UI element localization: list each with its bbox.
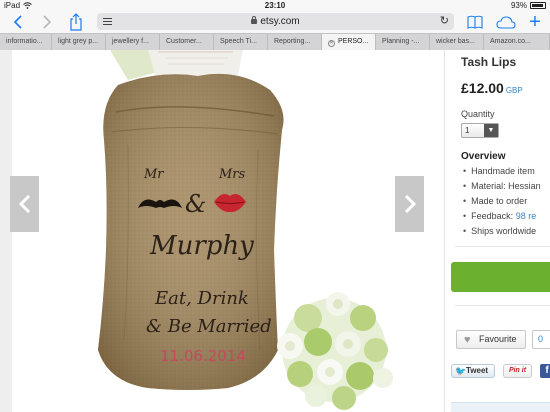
quantity-value: 1	[465, 126, 470, 135]
cloud-tabs-icon[interactable]	[495, 12, 517, 32]
heart-icon: ♥	[464, 334, 471, 346]
tab-label: Planning -...	[382, 38, 420, 45]
status-right: 93%	[511, 0, 546, 11]
favourite-button[interactable]: ♥ Favourite	[456, 330, 526, 349]
tab[interactable]: Reporting...	[268, 34, 322, 50]
reader-menu-icon[interactable]	[103, 18, 112, 25]
overview-text: Handmade item	[471, 166, 535, 176]
list-item: Material: Hessian	[463, 179, 550, 194]
tab-label: Amazon.co...	[490, 38, 531, 45]
tab-label: Speech Ti...	[220, 38, 257, 45]
plus-icon[interactable]: +	[525, 12, 545, 32]
bag-line2: & Be Married	[146, 316, 272, 337]
quantity-label: Quantity	[461, 109, 495, 119]
tab[interactable]: light grey p...	[52, 34, 106, 50]
tab[interactable]: Customer...	[160, 34, 214, 50]
share-icon[interactable]	[66, 12, 86, 32]
back-arrow-icon[interactable]	[8, 12, 28, 32]
tab-label: Reporting...	[274, 38, 311, 45]
clock: 23:10	[264, 1, 286, 10]
tab-label: informatio...	[6, 38, 43, 45]
bag-mrs: Mrs	[218, 167, 246, 182]
product-price: £12.00 GBP	[461, 80, 523, 96]
feedback-link[interactable]: 98 re	[516, 211, 537, 221]
overview-list: Handmade item Material: Hessian Made to …	[463, 164, 550, 239]
list-item: Handmade item	[463, 164, 550, 179]
tweet-label: Tweet	[466, 366, 489, 375]
pin-it-button[interactable]: Pin it	[503, 364, 532, 378]
page-content: Mr Mrs & Murphy Eat, Drink & Be Married …	[0, 50, 550, 412]
bag-ampersand: &	[185, 190, 206, 218]
bookmarks-icon[interactable]	[465, 12, 485, 32]
address-bar[interactable]: etsy.com ↻	[97, 13, 454, 30]
list-item: Made to order	[463, 194, 550, 209]
status-bar: iPad 23:10 93%	[0, 0, 550, 11]
price-value: £12.00	[461, 80, 504, 96]
tweet-button[interactable]: 🐦 Tweet	[451, 364, 495, 378]
flower-bouquet-image	[277, 292, 393, 410]
favourite-label: Favourite	[479, 334, 517, 344]
tab[interactable]: Amazon.co...	[484, 34, 550, 50]
battery-percent: 93%	[510, 1, 527, 10]
product-title: Tash Lips	[461, 55, 517, 69]
twitter-bird-icon: 🐦	[455, 366, 467, 376]
divider	[455, 246, 550, 247]
overview-text: Ships worldwide	[471, 226, 537, 236]
favourite-count[interactable]: 0	[532, 330, 550, 349]
lock-icon	[251, 16, 258, 24]
list-item: Feedback: 98 re	[463, 209, 550, 224]
bag-line1: Eat, Drink	[154, 288, 249, 309]
tab[interactable]: Speech Ti...	[214, 34, 268, 50]
forward-arrow-icon[interactable]	[37, 12, 57, 32]
chevron-down-icon: ▼	[484, 124, 498, 137]
divider	[455, 305, 550, 306]
tab-label: jewellery f...	[112, 38, 149, 45]
price-currency: GBP	[505, 86, 523, 95]
tab[interactable]: wicker bas...	[430, 34, 484, 50]
list-item: Ships worldwide	[463, 224, 550, 239]
url-text: etsy.com	[260, 16, 300, 27]
gallery-next-button[interactable]	[395, 176, 424, 232]
bottom-strip	[451, 402, 550, 412]
hessian-bag-image: Mr Mrs & Murphy Eat, Drink & Be Married …	[98, 50, 393, 410]
overview-text: Feedback:	[471, 211, 516, 221]
bag-date: 11.06.2014	[160, 347, 246, 365]
overview-title: Overview	[461, 151, 506, 162]
battery-icon	[530, 2, 546, 9]
tab-label: Customer...	[166, 38, 202, 45]
bag-surname: Murphy	[149, 231, 254, 261]
browser-toolbar: etsy.com ↻ +	[0, 11, 550, 33]
tab-label: PERSO...	[338, 38, 369, 45]
tab-active[interactable]: ✕ PERSO...	[322, 34, 376, 50]
product-photo: Mr Mrs & Murphy Eat, Drink & Be Married …	[38, 50, 424, 412]
reload-icon[interactable]: ↻	[440, 13, 449, 30]
quantity-select[interactable]: 1 ▼	[461, 123, 499, 138]
add-to-basket-button[interactable]	[451, 262, 550, 292]
tab-label: wicker bas...	[436, 38, 475, 45]
tab[interactable]: informatio...	[0, 34, 52, 50]
overview-text: Made to order	[471, 196, 528, 206]
close-tab-icon[interactable]: ✕	[328, 40, 335, 47]
tab-label: light grey p...	[58, 38, 99, 45]
overview-text: Material: Hessian	[471, 181, 541, 191]
product-gallery: Mr Mrs & Murphy Eat, Drink & Be Married …	[0, 50, 445, 412]
bag-mr: Mr	[143, 167, 164, 182]
gallery-prev-button[interactable]	[10, 176, 39, 232]
facebook-icon[interactable]: f	[540, 364, 550, 378]
tab-bar: informatio... light grey p... jewellery …	[0, 33, 550, 50]
tab[interactable]: Planning -...	[376, 34, 430, 50]
tab[interactable]: jewellery f...	[106, 34, 160, 50]
